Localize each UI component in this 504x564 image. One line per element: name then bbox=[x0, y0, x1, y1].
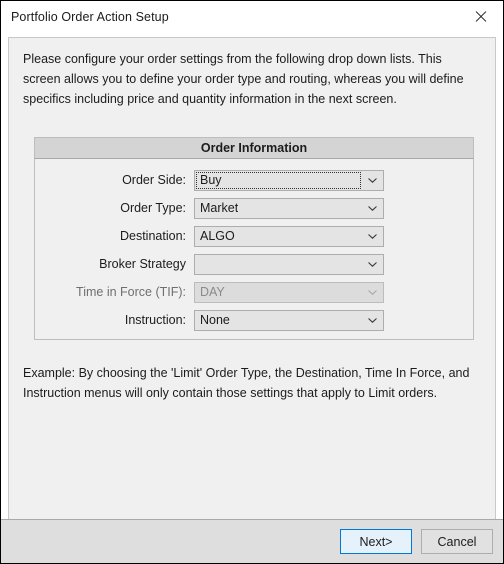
chevron-down-icon[interactable] bbox=[362, 227, 383, 246]
combo-order-type[interactable]: Market bbox=[194, 197, 384, 219]
combo-broker-strategy[interactable] bbox=[194, 253, 384, 275]
page-title: Portfolio Order Action Setup bbox=[11, 9, 169, 24]
example-text: Example: By choosing the 'Limit' Order T… bbox=[23, 366, 470, 400]
group-header-label: Order Information bbox=[200, 141, 308, 155]
cancel-button[interactable]: Cancel bbox=[421, 529, 493, 554]
form-row-order-type: Order Type: Market bbox=[35, 197, 473, 219]
label-time-in-force: Time in Force (TIF): bbox=[76, 285, 186, 299]
label-instruction: Instruction: bbox=[124, 313, 186, 327]
chevron-down-icon[interactable] bbox=[362, 255, 383, 274]
content-panel: Please configure your order settings fro… bbox=[8, 37, 496, 519]
form-row-destination: Destination: ALGO bbox=[35, 225, 473, 247]
chevron-down-icon[interactable] bbox=[362, 171, 383, 190]
dialog-window: Portfolio Order Action Setup Please conf… bbox=[0, 0, 504, 564]
group-header: Order Information bbox=[34, 137, 474, 159]
close-icon bbox=[474, 10, 487, 23]
combo-value-order-type: Market bbox=[200, 201, 239, 215]
dialog-client-area: Please configure your order settings fro… bbox=[1, 32, 503, 519]
form-row-time-in-force: Time in Force (TIF): DAY bbox=[35, 281, 473, 303]
chevron-down-icon[interactable] bbox=[362, 199, 383, 218]
form-row-instruction: Instruction: None bbox=[35, 309, 473, 331]
combo-value-destination: ALGO bbox=[200, 229, 235, 243]
chevron-down-icon[interactable] bbox=[362, 311, 383, 330]
label-broker-strategy: Broker Strategy bbox=[99, 257, 186, 271]
intro-text: Please configure your order settings fro… bbox=[23, 52, 464, 106]
label-destination: Destination: bbox=[119, 229, 186, 243]
form-row-broker-strategy: Broker Strategy bbox=[35, 253, 473, 275]
combo-order-side[interactable]: Buy bbox=[194, 169, 384, 191]
combo-instruction[interactable]: None bbox=[194, 309, 384, 331]
order-form: Order Side: Buy Order Type: Market Destinati… bbox=[35, 159, 473, 331]
combo-time-in-force: DAY bbox=[194, 281, 384, 303]
combo-value-instruction: None bbox=[200, 313, 230, 327]
combo-destination[interactable]: ALGO bbox=[194, 225, 384, 247]
order-information-group: Order Information Order Side: Buy Order Ty… bbox=[34, 137, 474, 340]
next-button[interactable]: Next> bbox=[340, 529, 412, 554]
label-order-side: Order Side: bbox=[122, 173, 186, 187]
combo-value-order-side: Buy bbox=[200, 173, 222, 187]
label-order-type: Order Type: bbox=[120, 201, 186, 215]
title-bar: Portfolio Order Action Setup bbox=[1, 1, 503, 32]
combo-value-time-in-force: DAY bbox=[200, 285, 225, 299]
chevron-down-icon bbox=[362, 283, 383, 302]
dialog-footer: Next> Cancel bbox=[1, 519, 503, 563]
close-button[interactable] bbox=[458, 1, 503, 32]
form-row-order-side: Order Side: Buy bbox=[35, 169, 473, 191]
